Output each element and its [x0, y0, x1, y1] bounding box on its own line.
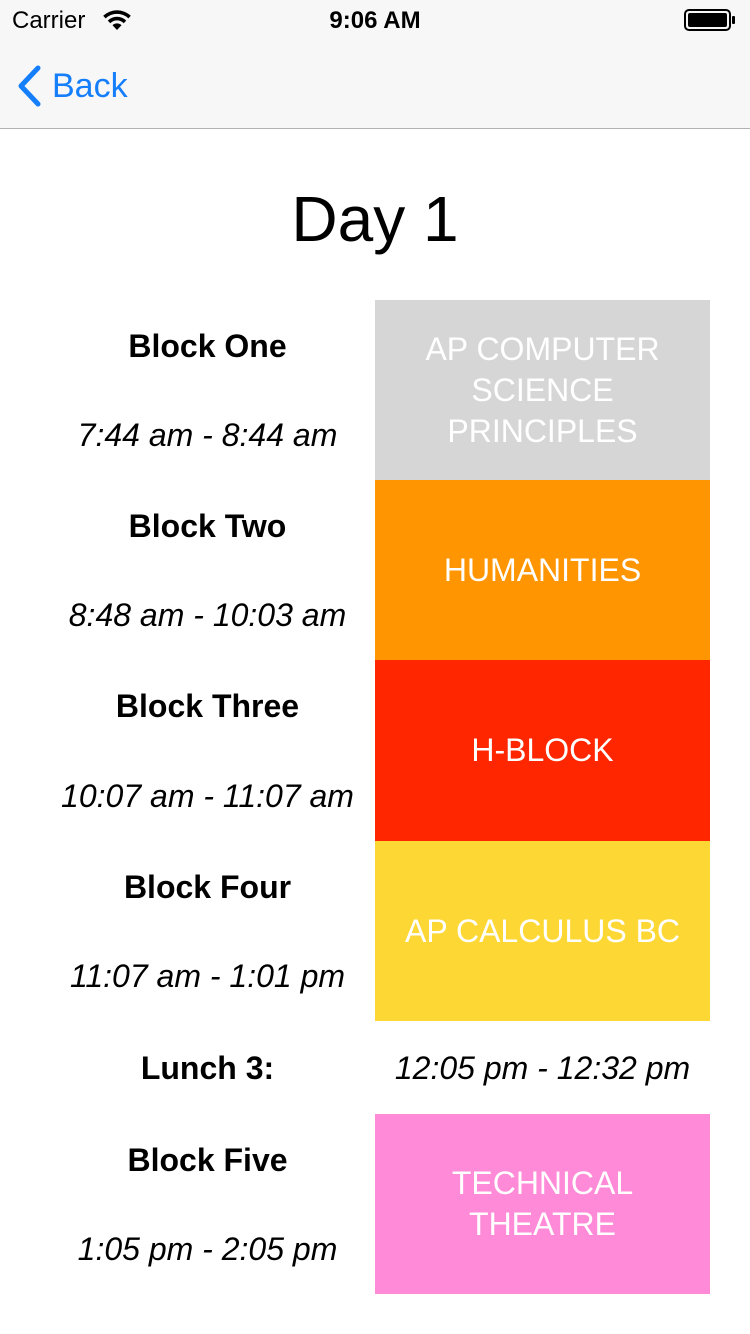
block-time: 1:05 pm - 2:05 pm: [77, 1231, 338, 1267]
block-label: Block Four: [123, 869, 292, 905]
status-time: 9:06 AM: [329, 7, 421, 34]
class-name: AP CALCULUS BC: [404, 912, 681, 949]
class-block-1[interactable]: AP COMPUTER SCIENCE PRINCIPLES: [375, 300, 710, 480]
block-time: 11:07 am - 1:01 pm: [69, 958, 346, 994]
status-bar: Carrier 9:06 AM: [0, 0, 750, 40]
class-block-5[interactable]: TECHNICAL THEATRE: [375, 1114, 710, 1294]
class-block-3[interactable]: H-BLOCK: [375, 660, 710, 841]
page-title: Day 1: [291, 183, 459, 255]
class-block-4[interactable]: AP CALCULUS BC: [375, 841, 710, 1021]
block-time: 8:48 am - 10:03 am: [68, 597, 347, 633]
back-label: Back: [52, 66, 128, 105]
class-block-2[interactable]: HUMANITIES: [375, 480, 710, 660]
battery-icon: [684, 9, 735, 31]
block-label: Block One: [128, 328, 287, 364]
block-label: Block Five: [127, 1142, 288, 1178]
block-label: Block Two: [128, 508, 287, 544]
navigation-bar: Back: [0, 40, 750, 129]
class-name: H-BLOCK: [471, 732, 614, 768]
block-time: 7:44 am - 8:44 am: [77, 417, 338, 453]
lunch-label: Lunch 3:: [140, 1050, 275, 1086]
back-button[interactable]: Back: [16, 64, 128, 108]
chevron-left-icon: [18, 65, 41, 107]
block-label: Block Three: [115, 688, 300, 724]
lunch-time: 12:05 pm - 12:32 pm: [394, 1050, 691, 1086]
class-name: AP COMPUTER SCIENCE PRINCIPLES: [425, 330, 660, 449]
screen: Carrier 9:06 AM Back Day 1 Block One 7:4…: [0, 0, 750, 1334]
class-name: TECHNICAL THEATRE: [451, 1165, 634, 1242]
block-time: 10:07 am - 11:07 am: [61, 778, 354, 814]
class-name: HUMANITIES: [443, 551, 642, 588]
